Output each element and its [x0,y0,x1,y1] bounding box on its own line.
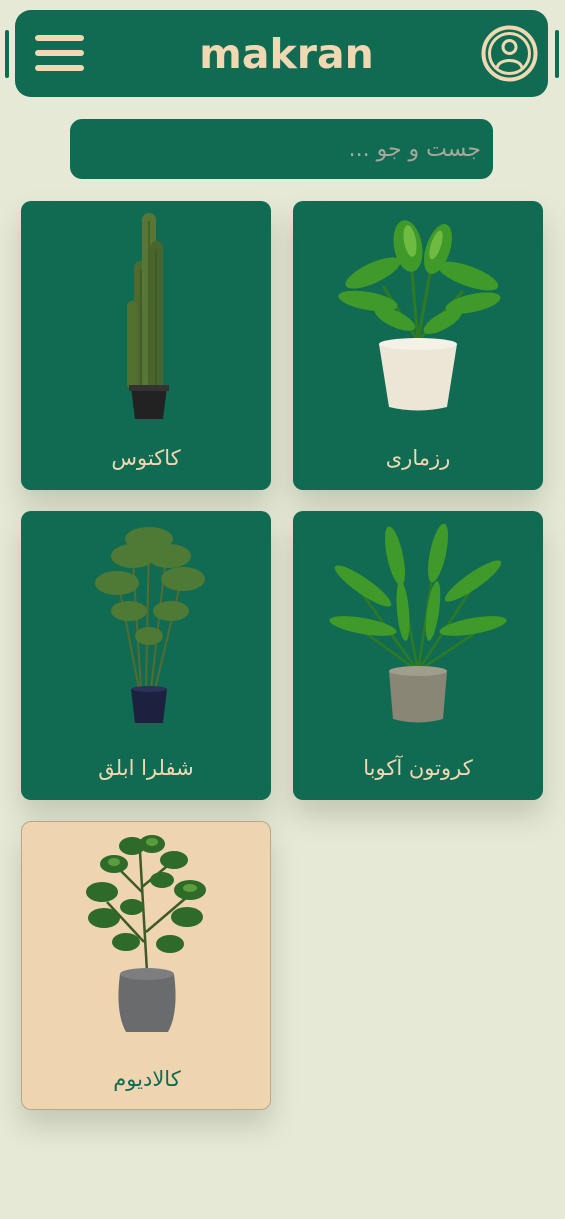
potted-leafy-plant-image [338,220,501,411]
rubber-plant-image [86,835,206,1032]
bamboo-palm-image [95,527,205,723]
product-name: رزماری [385,446,451,470]
menu-icon-line [35,50,84,56]
search-input[interactable] [70,119,493,179]
product-card[interactable]: رزماری [293,201,543,490]
cactus-image [127,213,169,419]
left-edge-bar [5,30,9,78]
product-card-selected[interactable]: کالادیوم [21,821,271,1110]
brand-logo[interactable]: makran [165,28,408,80]
menu-button[interactable] [35,35,84,71]
product-name: شفلرا ابلق [98,756,194,780]
product-card[interactable]: شفلرا ابلق [21,511,271,800]
potted-leafy-plant-image [329,523,507,723]
app-header: makran [15,10,548,97]
menu-icon-line [35,65,84,71]
product-name: کالادیوم [113,1067,181,1091]
product-card[interactable]: کاکتوس [21,201,271,490]
product-name: کروتون آکوبا [363,756,473,780]
menu-icon-line [35,35,84,41]
product-card[interactable]: کروتون آکوبا [293,511,543,800]
right-edge-bar [555,30,559,78]
product-name: کاکتوس [111,446,181,470]
profile-button[interactable] [481,25,538,82]
user-circle-icon [481,25,538,82]
